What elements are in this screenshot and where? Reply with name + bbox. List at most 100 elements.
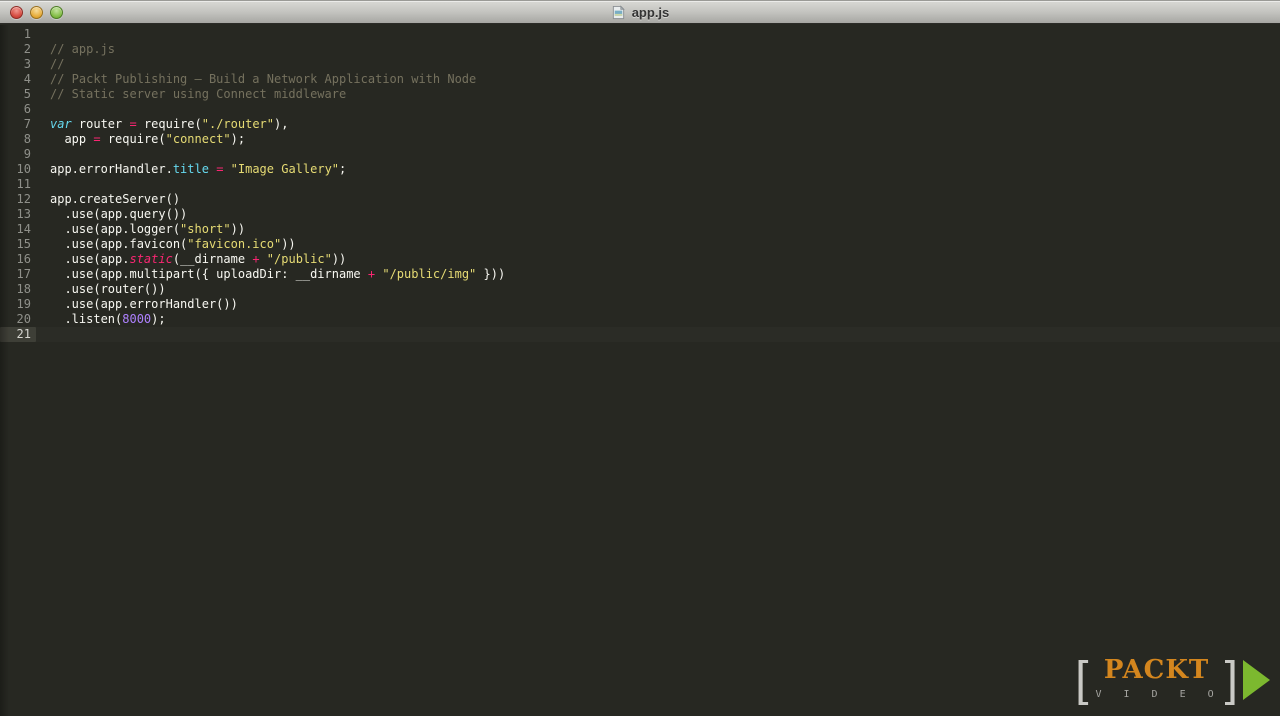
code-token-comment: // Packt Publishing – Build a Network Ap… bbox=[50, 72, 477, 86]
code-token-plain: .use(app.favicon( bbox=[50, 237, 188, 251]
code-line[interactable]: 5 // Static server using Connect middlewa… bbox=[0, 87, 1280, 102]
code-line-text: // Static server using Connect middlewar… bbox=[36, 87, 346, 102]
line-number[interactable]: 9 bbox=[0, 147, 36, 162]
code-token-plain: ), bbox=[274, 117, 289, 131]
code-token-comment: // bbox=[50, 57, 65, 71]
code-line[interactable]: 1 bbox=[0, 27, 1280, 42]
code-token-reserved: static bbox=[129, 252, 173, 266]
line-number[interactable]: 5 bbox=[0, 87, 36, 102]
window-titlebar: app.js bbox=[0, 0, 1280, 24]
code-line[interactable]: 11 bbox=[0, 177, 1280, 192]
code-token-operator: = bbox=[129, 117, 137, 131]
code-line[interactable]: 3 // bbox=[0, 57, 1280, 72]
line-number[interactable]: 17 bbox=[0, 267, 36, 282]
line-number[interactable]: 11 bbox=[0, 177, 36, 192]
code-line[interactable]: 7 var router = require("./router"), bbox=[0, 117, 1280, 132]
line-number[interactable]: 10 bbox=[0, 162, 36, 177]
line-number[interactable]: 15 bbox=[0, 237, 36, 252]
code-line[interactable]: 2 // app.js bbox=[0, 42, 1280, 57]
code-token-plain: app.createServer() bbox=[50, 192, 181, 206]
code-token-plain: app bbox=[50, 132, 94, 146]
code-token-plain: .use(app.multipart({ uploadDir: __dirnam… bbox=[50, 267, 368, 281]
code-line-text: .use(app.favicon("favicon.ico")) bbox=[36, 237, 296, 252]
code-line[interactable]: 10 app.errorHandler.title = "Image Galler… bbox=[0, 162, 1280, 177]
code-line[interactable]: 9 bbox=[0, 147, 1280, 162]
line-number[interactable]: 1 bbox=[0, 27, 36, 42]
code-line[interactable]: 18 .use(router()) bbox=[0, 282, 1280, 297]
code-lines-container: 1 2 // app.js 3 // 4 // Packt Publishing – Bui… bbox=[0, 27, 1280, 342]
code-token-string: "short" bbox=[180, 222, 231, 236]
code-token-plain: )) bbox=[331, 252, 347, 266]
line-number[interactable]: 18 bbox=[0, 282, 36, 297]
code-line-text: // bbox=[36, 57, 64, 72]
code-line-text: .use(app.query()) bbox=[36, 207, 187, 222]
logo-sub-text: V I D E O bbox=[1095, 689, 1222, 700]
code-token-plain: )) bbox=[230, 222, 246, 236]
code-token-string: "./router" bbox=[201, 117, 274, 131]
code-token-plain: )) bbox=[281, 237, 296, 251]
code-token-string: "/public" bbox=[266, 252, 332, 266]
line-number[interactable]: 13 bbox=[0, 207, 36, 222]
code-token-plain: .use(app.query()) bbox=[50, 207, 188, 221]
code-token-string: "connect" bbox=[165, 132, 231, 146]
line-number[interactable]: 8 bbox=[0, 132, 36, 147]
code-line[interactable]: 19 .use(app.errorHandler()) bbox=[0, 297, 1280, 312]
line-number[interactable]: 20 bbox=[0, 312, 36, 327]
code-line-text: // app.js bbox=[36, 42, 115, 57]
code-line[interactable]: 6 bbox=[0, 102, 1280, 117]
code-line[interactable]: 21 bbox=[0, 327, 1280, 342]
code-token-plain: app.errorHandler. bbox=[50, 162, 173, 176]
code-line[interactable]: 16 .use(app.static(__dirname + "/public"… bbox=[0, 252, 1280, 267]
line-number[interactable]: 2 bbox=[0, 42, 36, 57]
play-triangle-icon bbox=[1243, 659, 1270, 700]
code-token-operator: + bbox=[252, 252, 260, 266]
packt-video-logo: [ PACKT V I D E O ] bbox=[1075, 652, 1270, 706]
code-line[interactable]: 15 .use(app.favicon("favicon.ico")) bbox=[0, 237, 1280, 252]
line-number[interactable]: 4 bbox=[0, 72, 36, 87]
code-line[interactable]: 4 // Packt Publishing – Build a Network A… bbox=[0, 72, 1280, 87]
line-number[interactable]: 3 bbox=[0, 57, 36, 72]
code-line-text: .use(router()) bbox=[36, 282, 165, 297]
code-line-text: .use(app.logger("short")) bbox=[36, 222, 245, 237]
code-line[interactable]: 14 .use(app.logger("short")) bbox=[0, 222, 1280, 237]
logo-bracket-left: [ bbox=[1075, 652, 1089, 706]
line-number[interactable]: 21 bbox=[0, 327, 36, 342]
code-token-plain: .use(app.errorHandler()) bbox=[50, 297, 238, 311]
code-editor[interactable]: 1 2 // app.js 3 // 4 // Packt Publishing – Bui… bbox=[0, 25, 1280, 716]
code-token-keyword: var bbox=[50, 117, 72, 131]
line-number[interactable]: 14 bbox=[0, 222, 36, 237]
code-line-text: .listen(8000); bbox=[36, 312, 166, 327]
code-token-operator: = bbox=[93, 132, 101, 146]
code-line[interactable]: 20 .listen(8000); bbox=[0, 312, 1280, 327]
code-line[interactable]: 13 .use(app.query()) bbox=[0, 207, 1280, 222]
code-line-text: .use(app.multipart({ uploadDir: __dirnam… bbox=[36, 267, 505, 282]
line-number[interactable]: 7 bbox=[0, 117, 36, 132]
code-line-text: .use(app.static(__dirname + "/public")) bbox=[36, 252, 346, 267]
logo-bracket-right: ] bbox=[1224, 652, 1238, 706]
code-token-plain: require( bbox=[100, 132, 166, 146]
line-number[interactable]: 16 bbox=[0, 252, 36, 267]
code-line-text: .use(app.errorHandler()) bbox=[36, 297, 238, 312]
code-token-plain: (__dirname bbox=[172, 252, 253, 266]
code-token-plain: ); bbox=[151, 312, 166, 326]
code-line[interactable]: 12 app.createServer() bbox=[0, 192, 1280, 207]
line-number[interactable]: 19 bbox=[0, 297, 36, 312]
code-token-comment: // Static server using Connect middlewar… bbox=[50, 87, 347, 101]
code-line-text: app.errorHandler.title = "Image Gallery"… bbox=[36, 162, 346, 177]
code-token-property: title bbox=[172, 162, 209, 176]
code-token-plain: ; bbox=[339, 162, 347, 176]
code-line[interactable]: 17 .use(app.multipart({ uploadDir: __dir… bbox=[0, 267, 1280, 282]
line-number[interactable]: 12 bbox=[0, 192, 36, 207]
code-token-plain: .listen( bbox=[50, 312, 123, 326]
code-token-string: "favicon.ico" bbox=[187, 237, 282, 251]
line-number[interactable]: 6 bbox=[0, 102, 36, 117]
code-token-string: "Image Gallery" bbox=[230, 162, 340, 176]
document-icon bbox=[612, 4, 625, 19]
code-line[interactable]: 8 app = require("connect"); bbox=[0, 132, 1280, 147]
